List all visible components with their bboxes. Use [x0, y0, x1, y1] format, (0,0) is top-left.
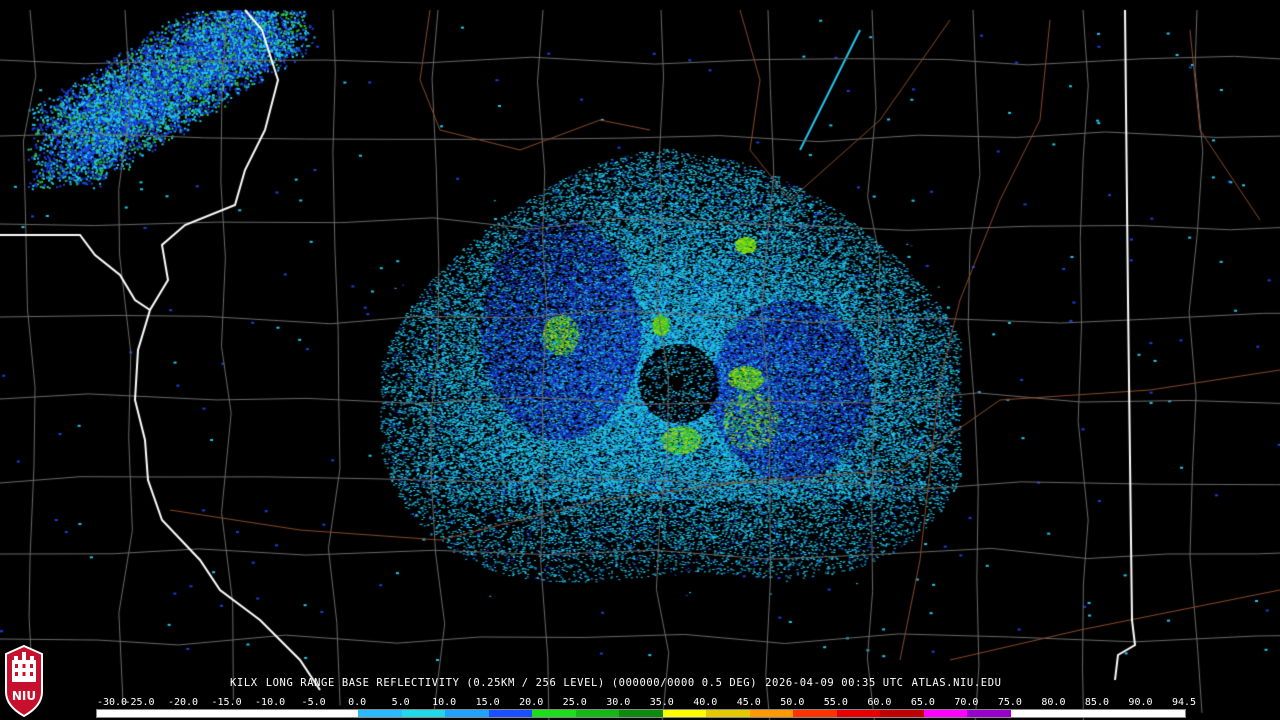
scale-label: 10.0	[432, 697, 457, 708]
source-url: ATLAS.NIU.EDU	[911, 677, 1002, 689]
scale-label: 0.0	[348, 697, 367, 708]
scale-color-segment	[140, 710, 185, 717]
scale-color-segment	[97, 710, 141, 717]
scale-label: 50.0	[780, 697, 805, 708]
scale-label: -25.0	[124, 697, 155, 708]
scale-color-segment	[619, 710, 663, 717]
scale-label: 70.0	[954, 697, 979, 708]
scale-color-segment	[358, 710, 402, 717]
scale-color-segment	[227, 710, 272, 717]
scale-label: 20.0	[519, 697, 544, 708]
scale-color-segment	[184, 710, 228, 717]
scale-color-segment	[1141, 710, 1185, 717]
scale-color-segment	[1054, 710, 1098, 717]
scale-label: 75.0	[997, 697, 1022, 708]
scale-label: -30.0	[96, 697, 128, 708]
reflectivity-scale-labels: -30.0 -25.0 -20.0 -15.0 -10.0 -5.0 0.0 5.0 10.0 1…	[96, 697, 1206, 709]
scale-color-segment	[575, 710, 620, 717]
radar-map	[0, 0, 1280, 720]
scale-color-segment	[706, 710, 750, 717]
scale-color-segment	[314, 710, 359, 717]
scale-color-segment	[749, 710, 794, 717]
scale-label: -20.0	[167, 697, 199, 708]
scale-label: 94.5	[1171, 697, 1197, 708]
scale-color-segment	[532, 710, 576, 717]
scale-color-segment	[793, 710, 837, 717]
scale-color-segment	[923, 710, 968, 717]
scale-color-segment	[271, 710, 315, 717]
scale-label: 45.0	[736, 697, 761, 708]
scale-label: 15.0	[475, 697, 500, 708]
scale-label: 80.0	[1041, 697, 1066, 708]
scale-color-segment	[836, 710, 881, 717]
timestamp: 2026-04-09 00:35 UTC	[765, 677, 904, 689]
scale-color-segment	[445, 710, 489, 717]
scale-color-segment	[1097, 710, 1142, 717]
scale-label: 30.0	[606, 697, 631, 708]
scale-label: 85.0	[1084, 697, 1109, 708]
station-id: KILX	[230, 677, 258, 689]
scale-label: 35.0	[649, 697, 674, 708]
reflectivity-color-bar	[96, 709, 1186, 718]
product-description: LONG RANGE BASE REFLECTIVITY (0.25KM / 2…	[265, 677, 758, 689]
scale-label: -10.0	[255, 697, 286, 708]
scale-label: 40.0	[693, 697, 718, 708]
scale-color-segment	[488, 710, 533, 717]
niu-logo-icon: NIU	[5, 644, 43, 718]
scale-label: 90.0	[1128, 697, 1153, 708]
scale-label: -15.0	[211, 697, 242, 708]
scale-label: 5.0	[391, 697, 410, 708]
scale-label: 55.0	[823, 697, 848, 708]
scale-color-segment	[662, 710, 707, 717]
scale-label: 25.0	[562, 697, 587, 708]
scale-color-segment	[401, 710, 446, 717]
scale-label: -5.0	[301, 697, 326, 708]
product-caption: KILX LONG RANGE BASE REFLECTIVITY (0.25KM…	[230, 677, 1010, 689]
scale-color-segment	[880, 710, 924, 717]
scale-label: 65.0	[910, 697, 935, 708]
scale-color-segment	[967, 710, 1011, 717]
scale-label: 60.0	[867, 697, 892, 708]
logo-text: NIU	[12, 689, 36, 703]
scale-color-segment	[1010, 710, 1055, 717]
